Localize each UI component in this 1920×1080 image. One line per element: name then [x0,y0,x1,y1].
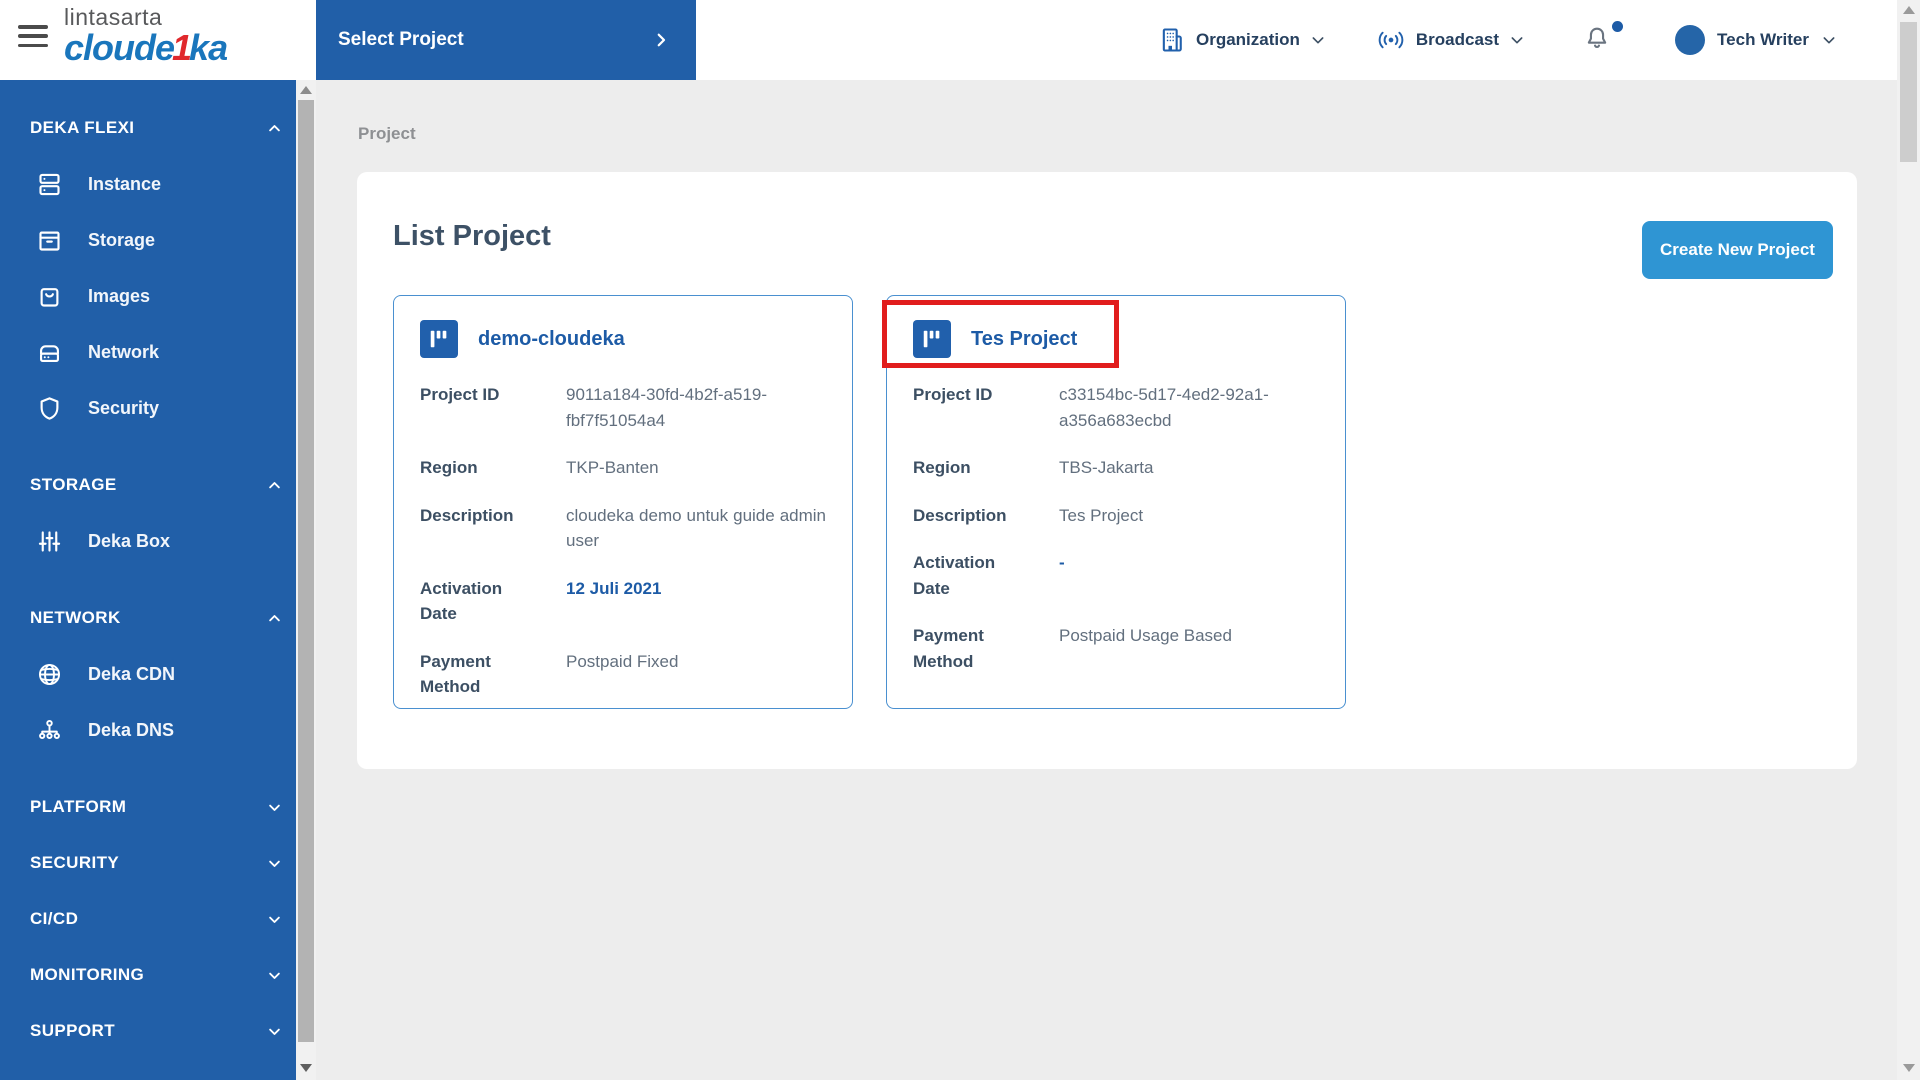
sidebar-section-storage[interactable]: STORAGE [30,457,282,513]
sidebar-section-deka-flexi[interactable]: DEKA FLEXI [30,100,282,156]
sidebar-section-security[interactable]: SECURITY [30,835,282,891]
field-row: Region TBS-Jakarta [913,458,1154,477]
chevron-right-icon [657,33,666,47]
sidebar-item-storage[interactable]: Storage [30,212,282,268]
broadcast-label: Broadcast [1415,30,1500,49]
list-project-panel: List Project Create New Project demo-clo… [357,172,1857,769]
user-name: Tech Writer [1717,30,1809,49]
app-root: lintasarta cloude1ka Select Project Orga… [0,0,1920,1080]
sidebar-item-images[interactable]: Images [30,268,282,324]
chevron-down-icon [269,916,280,923]
project-cards: demo-cloudeka Project ID 9011a184-30fd-4… [393,295,1833,709]
sidebar-item-deka-box[interactable]: Deka Box [30,513,282,569]
sidebar-item-deka-cdn[interactable]: Deka CDN [30,646,282,702]
page-title: List Project [393,220,551,252]
field-row: Region TKP-Banten [420,458,659,477]
field-row: Description cloudeka demo untuk guide ad… [420,505,826,551]
project-icon [913,320,951,358]
sidebar-section-network[interactable]: NETWORK [30,590,282,646]
sidebar-nav: DEKA FLEXI Instance Storage Images Netwo… [0,80,296,1080]
header-actions: Organization Broadcast Tech Writer [1158,0,1837,80]
project-name: Tes Project [971,327,1078,350]
field-row: Project ID 9011a184-30fd-4b2f-a519-fbf7f… [420,385,768,430]
field-row: Payment Method Postpaid Fixed [420,651,679,697]
sidebar-item-security[interactable]: Security [30,380,282,436]
field-row: Activation Date - [913,553,1065,598]
organization-label: Organization [1196,30,1300,49]
organization-menu[interactable]: Organization [1158,25,1326,55]
select-project-label: Select Project [338,29,464,50]
server-icon [34,171,64,198]
broadcast-icon [1378,31,1404,49]
sidebar-section-billing[interactable]: BILLING [30,1059,282,1080]
archive-icon [34,227,64,254]
scroll-down-arrow-icon[interactable] [1897,1060,1920,1076]
main-content: Project List Project Create New Project [316,80,1897,1080]
window-scrollbar[interactable] [1897,0,1920,1080]
globe-icon [34,661,64,688]
select-project-button[interactable]: Select Project [316,0,696,80]
sliders-icon [34,528,64,555]
project-card-demo-cloudeka[interactable]: demo-cloudeka Project ID 9011a184-30fd-4… [393,295,853,709]
breadcrumb: Project [358,124,416,143]
chevron-up-icon [269,481,280,488]
create-new-project-button[interactable]: Create New Project [1642,221,1833,279]
logo: lintasarta cloude1ka [64,4,228,68]
project-icon [420,320,458,358]
chevron-up-icon [269,614,280,621]
logo-cloudeka: cloude1ka [64,27,228,68]
sidebar-section-support[interactable]: SUPPORT [30,1003,282,1059]
field-row: Project ID c33154bc-5d17-4ed2-92a1-a356a… [913,385,1269,430]
chevron-down-icon [269,860,280,867]
sidebar-section-platform[interactable]: PLATFORM [30,779,282,835]
scroll-up-arrow-icon[interactable] [1897,2,1920,18]
broadcast-menu[interactable]: Broadcast [1376,27,1525,53]
scroll-down-arrow-icon[interactable] [296,1060,316,1076]
field-row: Activation Date 12 Juli 2021 [420,578,662,624]
notifications-button[interactable] [1583,20,1624,58]
scroll-up-arrow-icon[interactable] [296,82,316,98]
sidebar-section-monitoring[interactable]: MONITORING [30,947,282,1003]
field-row: Payment Method Postpaid Usage Based [913,626,1232,671]
avatar [1675,25,1706,55]
project-card-tes-project[interactable]: Tes Project Project ID c33154bc-5d17-4ed… [882,295,1346,709]
sidebar-scrollbar[interactable] [296,80,316,1080]
project-card-header: demo-cloudeka [420,320,826,358]
sidebar: DEKA FLEXI Instance Storage Images Netwo… [0,80,316,1080]
chevron-down-icon [1312,37,1324,44]
logo-lintasarta: lintasarta [64,4,163,30]
chevron-down-icon [269,972,280,979]
chevron-down-icon [269,1028,280,1035]
notification-badge [1612,20,1624,32]
organization-icon [1162,28,1182,52]
menu-icon[interactable] [18,25,48,47]
shield-icon [34,395,64,422]
sidebar-section-cicd[interactable]: CI/CD [30,891,282,947]
window-scrollbar-thumb[interactable] [1900,22,1917,162]
sidebar-item-deka-dns[interactable]: Deka DNS [30,702,282,758]
project-name: demo-cloudeka [478,327,625,350]
sitemap-icon [34,717,64,744]
drive-icon [34,339,64,366]
sidebar-item-network[interactable]: Network [30,324,282,380]
sidebar-scrollbar-thumb[interactable] [298,100,314,1042]
top-header: lintasarta cloude1ka Select Project Orga… [0,0,1897,80]
project-card-header: Tes Project [913,320,1319,358]
sidebar-item-instance[interactable]: Instance [30,156,282,212]
chevron-up-icon [269,124,280,131]
user-menu[interactable]: Tech Writer [1675,25,1837,55]
chevron-down-icon [269,804,280,811]
chevron-down-icon [1511,37,1523,44]
field-row: Description Tes Project [913,505,1144,525]
chevron-down-icon [1823,37,1835,44]
bag-icon [34,283,64,310]
bell-icon [1587,27,1607,48]
